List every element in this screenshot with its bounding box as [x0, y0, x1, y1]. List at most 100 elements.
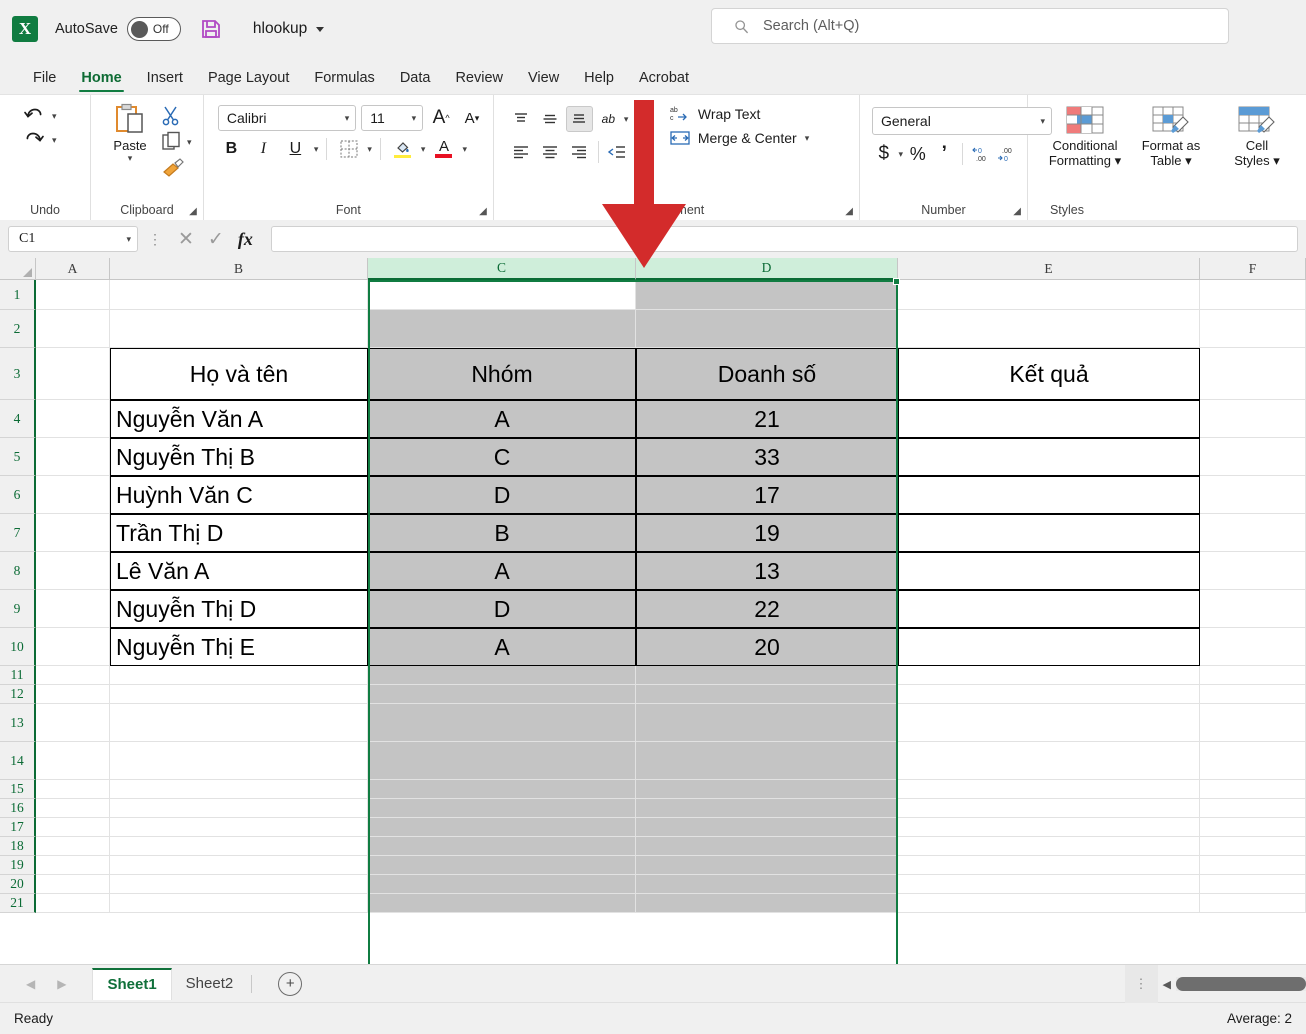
cell-e3[interactable]: Kết quả [898, 348, 1200, 400]
cell-b11[interactable] [110, 666, 368, 685]
cell-c15[interactable] [368, 780, 636, 799]
align-middle-icon[interactable] [537, 106, 564, 132]
cell-f2[interactable] [1200, 310, 1306, 348]
cell-b21[interactable] [110, 894, 368, 913]
row-header-7[interactable]: 7 [0, 514, 36, 552]
column-header-c[interactable]: C [368, 258, 636, 280]
percent-icon[interactable]: % [906, 141, 930, 167]
cell-a12[interactable] [36, 685, 110, 704]
cell-e4[interactable] [898, 400, 1200, 438]
paste-chevron-down-icon[interactable]: ▾ [128, 153, 133, 164]
cell-e8[interactable] [898, 552, 1200, 590]
cell-e18[interactable] [898, 837, 1200, 856]
cell-f19[interactable] [1200, 856, 1306, 875]
redo-button[interactable] [22, 129, 46, 151]
row-header-8[interactable]: 8 [0, 552, 36, 590]
decrease-indent-icon[interactable] [604, 139, 631, 165]
shrink-font-icon[interactable]: A ▾ [459, 105, 485, 131]
cell-a1[interactable] [36, 280, 110, 310]
cell-b8[interactable]: Lê Văn A [110, 552, 368, 590]
cell-f1[interactable] [1200, 280, 1306, 310]
horizontal-scrollbar[interactable] [1176, 977, 1306, 991]
cell-b7[interactable]: Trần Thị D [110, 514, 368, 552]
cell-a10[interactable] [36, 628, 110, 666]
increase-decimal-icon[interactable]: 0.00 [969, 141, 993, 167]
sheet-tab-sheet1[interactable]: Sheet1 [92, 967, 172, 1000]
row-header-17[interactable]: 17 [0, 818, 36, 837]
row-header-21[interactable]: 21 [0, 894, 36, 913]
cell-f14[interactable] [1200, 742, 1306, 780]
tab-formulas[interactable]: Formulas [303, 66, 385, 94]
cell-c9[interactable]: D [368, 590, 636, 628]
align-top-icon[interactable] [508, 106, 535, 132]
copy-button[interactable]: ▾ [161, 131, 192, 153]
cell-f3[interactable] [1200, 348, 1306, 400]
cell-f4[interactable] [1200, 400, 1306, 438]
search-input[interactable]: Search (Alt+Q) [711, 8, 1229, 44]
italic-button[interactable]: I [250, 136, 277, 162]
cell-e11[interactable] [898, 666, 1200, 685]
row-header-16[interactable]: 16 [0, 799, 36, 818]
cell-b5[interactable]: Nguyễn Thị B [110, 438, 368, 476]
fill-color-chevron-down-icon[interactable]: ▾ [421, 144, 426, 155]
cell-d10[interactable]: 20 [636, 628, 898, 666]
cell-d16[interactable] [636, 799, 898, 818]
cell-e2[interactable] [898, 310, 1200, 348]
cell-b9[interactable]: Nguyễn Thị D [110, 590, 368, 628]
cell-f15[interactable] [1200, 780, 1306, 799]
cell-a7[interactable] [36, 514, 110, 552]
cell-c16[interactable] [368, 799, 636, 818]
cell-f9[interactable] [1200, 590, 1306, 628]
column-header-d[interactable]: D [636, 258, 898, 280]
cell-b1[interactable] [110, 280, 368, 310]
cell-c5[interactable]: C [368, 438, 636, 476]
cell-e13[interactable] [898, 704, 1200, 742]
row-header-4[interactable]: 4 [0, 400, 36, 438]
number-format-select[interactable]: General ▾ [872, 107, 1052, 135]
cell-b16[interactable] [110, 799, 368, 818]
tab-help[interactable]: Help [573, 66, 625, 94]
cell-e10[interactable] [898, 628, 1200, 666]
cell-a2[interactable] [36, 310, 110, 348]
align-right-icon[interactable] [566, 139, 593, 165]
cell-f12[interactable] [1200, 685, 1306, 704]
cell-f17[interactable] [1200, 818, 1306, 837]
font-color-chevron-down-icon[interactable]: ▾ [462, 144, 467, 155]
cell-a9[interactable] [36, 590, 110, 628]
row-header-3[interactable]: 3 [0, 348, 36, 400]
alignment-dialog-launcher[interactable]: ◢ [845, 206, 853, 217]
cell-a14[interactable] [36, 742, 110, 780]
cell-d19[interactable] [636, 856, 898, 875]
cell-b20[interactable] [110, 875, 368, 894]
column-header-b[interactable]: B [110, 258, 368, 280]
row-header-12[interactable]: 12 [0, 685, 36, 704]
select-all-corner[interactable] [0, 258, 36, 280]
paste-button[interactable]: Paste ▾ [99, 101, 161, 200]
column-header-e[interactable]: E [898, 258, 1200, 280]
horizontal-scrollbar-thumb[interactable] [1176, 977, 1306, 991]
row-header-11[interactable]: 11 [0, 666, 36, 685]
cell-d8[interactable]: 13 [636, 552, 898, 590]
cell-b18[interactable] [110, 837, 368, 856]
cell-c1-active[interactable] [368, 280, 636, 310]
cell-f18[interactable] [1200, 837, 1306, 856]
name-box[interactable]: C1 ▾ [8, 226, 138, 252]
cell-c2[interactable] [368, 310, 636, 348]
cell-f20[interactable] [1200, 875, 1306, 894]
cell-a3[interactable] [36, 348, 110, 400]
row-header-5[interactable]: 5 [0, 438, 36, 476]
cell-f7[interactable] [1200, 514, 1306, 552]
cell-b10[interactable]: Nguyễn Thị E [110, 628, 368, 666]
cell-c18[interactable] [368, 837, 636, 856]
cell-d6[interactable]: 17 [636, 476, 898, 514]
cell-a17[interactable] [36, 818, 110, 837]
cell-e21[interactable] [898, 894, 1200, 913]
tab-home[interactable]: Home [70, 66, 132, 94]
cell-a8[interactable] [36, 552, 110, 590]
cell-c3[interactable]: Nhóm [368, 348, 636, 400]
cell-d13[interactable] [636, 704, 898, 742]
cut-button[interactable] [161, 105, 192, 127]
wrap-text-button[interactable]: ab c Wrap Text [670, 105, 809, 123]
cell-e17[interactable] [898, 818, 1200, 837]
cell-c10[interactable]: A [368, 628, 636, 666]
